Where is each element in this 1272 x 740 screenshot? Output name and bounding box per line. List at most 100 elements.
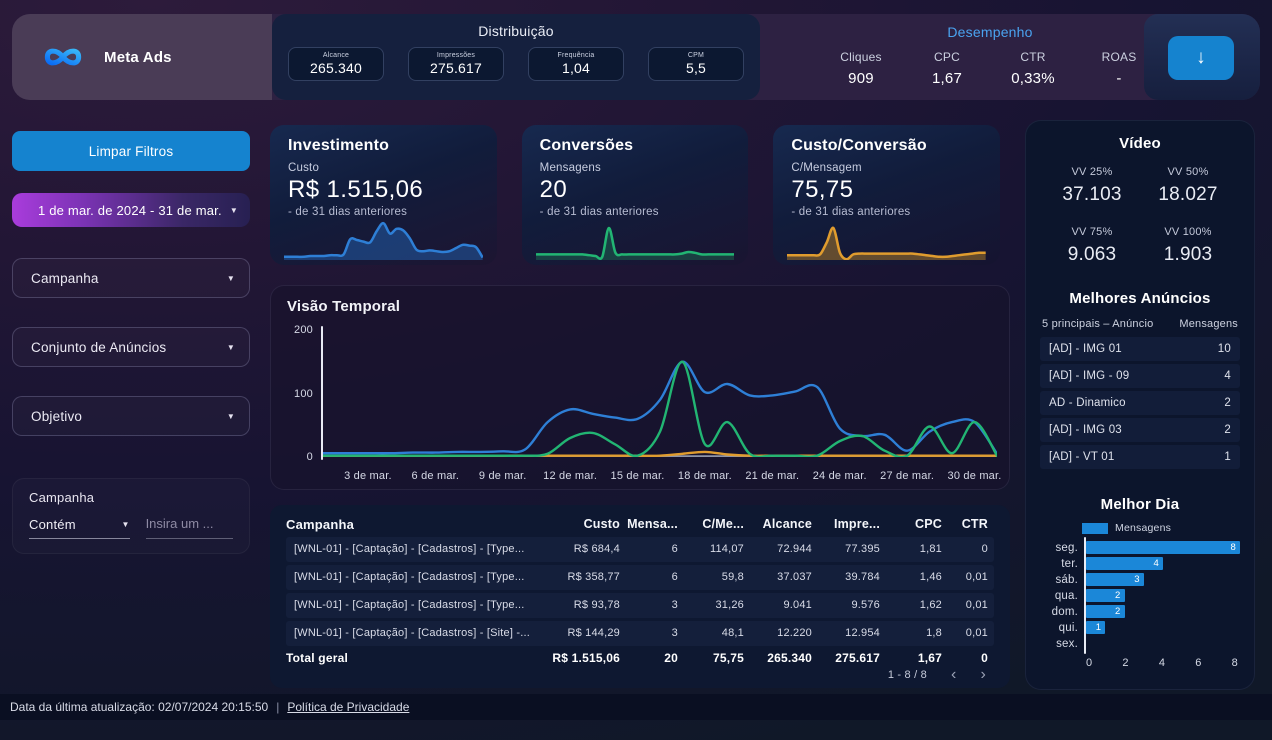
table-cell: 9.576 xyxy=(814,599,882,611)
filter-dropdown[interactable]: Objetivo ▼ xyxy=(12,396,250,436)
temporal-chart-title: Visão Temporal xyxy=(287,298,400,315)
kpi-card: InvestimentoCustoR$ 1.515,06- de 31 dias… xyxy=(270,125,497,265)
date-range-dropdown[interactable]: 1 de mar. de 2024 - 31 de mar. de 2024 ▼ xyxy=(12,193,250,227)
column-header: Custo xyxy=(542,517,622,531)
clear-filters-button[interactable]: Limpar Filtros xyxy=(12,131,250,171)
campaign-filter-card: Campanha Contém ▼ xyxy=(12,478,250,554)
bar: 2 xyxy=(1086,589,1125,602)
x-axis-tick-label: 18 de mar. xyxy=(678,470,732,482)
table-cell: 12.220 xyxy=(746,627,814,639)
performance-stat-label: Cliques xyxy=(818,50,904,64)
bar-track: 4 xyxy=(1086,557,1240,570)
kpi-title: Conversões xyxy=(540,137,731,155)
filter-dropdown-label: Campanha xyxy=(31,271,99,286)
video-stat: VV 100%1.903 xyxy=(1140,226,1236,266)
table-total-row: Total geralR$ 1.515,062075,75265.340275.… xyxy=(286,649,994,668)
bar-track xyxy=(1086,637,1240,650)
chevron-down-icon: ▼ xyxy=(227,412,235,421)
x-axis-tick-label: 9 de mar. xyxy=(479,470,527,482)
table-total-cell: 75,75 xyxy=(680,651,746,665)
metric-chip-value: 5,5 xyxy=(686,60,706,76)
privacy-policy-link[interactable]: Política de Privacidade xyxy=(287,700,409,714)
x-axis-tick-label: 24 de mar. xyxy=(813,470,867,482)
table-cell: 72.944 xyxy=(746,543,814,555)
bar-row: sáb.3 xyxy=(1040,572,1240,587)
video-stat: VV 75%9.063 xyxy=(1044,226,1140,266)
temporal-line-chart xyxy=(323,330,997,457)
bar-row: dom.2 xyxy=(1040,604,1240,619)
y-axis-tick-label: 100 xyxy=(271,388,313,400)
axis-tick-label: 2 xyxy=(1122,657,1128,669)
y-axis-tick-label: 200 xyxy=(271,324,313,336)
table-total-cell: 20 xyxy=(622,651,680,665)
table-cell: R$ 144,29 xyxy=(542,627,622,639)
sidebar: Limpar Filtros 1 de mar. de 2024 - 31 de… xyxy=(12,110,250,690)
filter-dropdown-label: Conjunto de Anúncios xyxy=(31,340,166,355)
performance-stat: CPC1,67 xyxy=(904,50,990,87)
filter-dropdown[interactable]: Campanha▼ xyxy=(12,258,250,298)
column-header: Mensa... xyxy=(622,517,680,531)
video-section-title: Vídeo xyxy=(1040,135,1240,152)
table-cell: 12.954 xyxy=(814,627,882,639)
kpi-metric-label: Mensagens xyxy=(540,162,731,174)
kpi-value: 75,75 xyxy=(791,176,982,204)
filter-dropdown-label: Objetivo xyxy=(31,409,82,424)
bar: 4 xyxy=(1086,557,1163,570)
kpi-note: - de 31 dias anteriores xyxy=(791,206,982,218)
table-cell: [WNL-01] - [Captação] - [Cadastros] - [T… xyxy=(286,571,542,583)
column-header: Alcance xyxy=(746,517,814,531)
table-total-cell: R$ 1.515,06 xyxy=(542,651,622,665)
performance-stat: CTR0,33% xyxy=(990,50,1076,87)
best-day-bars: seg.8ter.4sáb.3qua.2dom.2qui.1sex. xyxy=(1040,539,1240,652)
performance-stat: ROAS- xyxy=(1076,50,1162,87)
filter-value-input[interactable] xyxy=(146,516,233,531)
performance-stat-value: 909 xyxy=(818,70,904,87)
table-total-cell: Total geral xyxy=(286,651,542,665)
list-item: [AD] - IMG 0110 xyxy=(1040,337,1240,361)
bar-category-label: seg. xyxy=(1040,542,1078,554)
best-ads-rows: [AD] - IMG 0110 [AD] - IMG - 094 AD - Dina… xyxy=(1040,337,1240,472)
x-axis-tick-label: 15 de mar. xyxy=(611,470,665,482)
pagination-label: 1 - 8 / 8 xyxy=(888,669,927,681)
performance-title: Desempenho xyxy=(818,24,1162,40)
metric-chip: Impressões275.617 xyxy=(408,47,504,81)
download-button[interactable]: ↓ xyxy=(1168,36,1234,80)
metric-chip-label: Impressões xyxy=(437,52,475,59)
distribution-panel: Distribuição Alcance265.340Impressões275… xyxy=(272,14,760,100)
performance-stat: Cliques 909 xyxy=(818,50,904,87)
filter-dropdown[interactable]: Conjunto de Anúncios▼ xyxy=(12,327,250,367)
table-cell: 6 xyxy=(622,571,680,583)
bar-row: sex. xyxy=(1040,636,1240,651)
brand: Meta Ads xyxy=(12,14,272,100)
list-item: AD - Dinamico2 xyxy=(1040,391,1240,415)
bar-value-label: 8 xyxy=(1231,542,1236,553)
performance-panel: Desempenho Cliques 909CPC1,67CTR0,33%ROAS… xyxy=(760,14,1260,100)
table-cell: R$ 358,77 xyxy=(542,571,622,583)
kpi-title: Investimento xyxy=(288,137,479,155)
performance-stat-value: 0,33% xyxy=(990,70,1076,87)
chevron-left-icon[interactable]: ‹ xyxy=(951,667,957,683)
axis-tick-label: 6 xyxy=(1195,657,1201,669)
bar-value-label: 1 xyxy=(1096,622,1101,633)
kpi-title: Custo/Conversão xyxy=(791,137,982,155)
performance-stat-label: ROAS xyxy=(1076,50,1162,64)
list-item: [AD] - IMG - 094 xyxy=(1040,364,1240,388)
table-cell: 1,8 xyxy=(882,627,944,639)
meta-ads-dashboard: Meta Ads Distribuição Alcance265.340Impr… xyxy=(0,0,1272,740)
list-item: [AD] - VT 011 xyxy=(1040,445,1240,469)
filter-operator-select[interactable]: Contém ▼ xyxy=(29,515,130,539)
table-total-cell: 275.617 xyxy=(814,651,882,665)
table-cell: 59,8 xyxy=(680,571,746,583)
bar-track: 8 xyxy=(1086,541,1240,554)
right-panel: Vídeo VV 25%37.103VV 50%18.027VV 75%9.06… xyxy=(1025,120,1255,690)
table-cell: R$ 684,4 xyxy=(542,543,622,555)
filter-operator-value: Contém xyxy=(29,517,76,532)
clear-filters-label: Limpar Filtros xyxy=(89,144,174,159)
chevron-right-icon[interactable]: › xyxy=(980,667,986,683)
footer-separator: | xyxy=(276,700,279,714)
ad-value: 10 xyxy=(1218,343,1231,355)
video-stat-label: VV 75% xyxy=(1072,226,1113,238)
table-cell: [WNL-01] - [Captação] - [Cadastros] - [T… xyxy=(286,599,542,611)
x-axis-tick-label: 27 de mar. xyxy=(880,470,934,482)
table-body: [WNL-01] - [Captação] - [Cadastros] - [T… xyxy=(286,534,994,646)
